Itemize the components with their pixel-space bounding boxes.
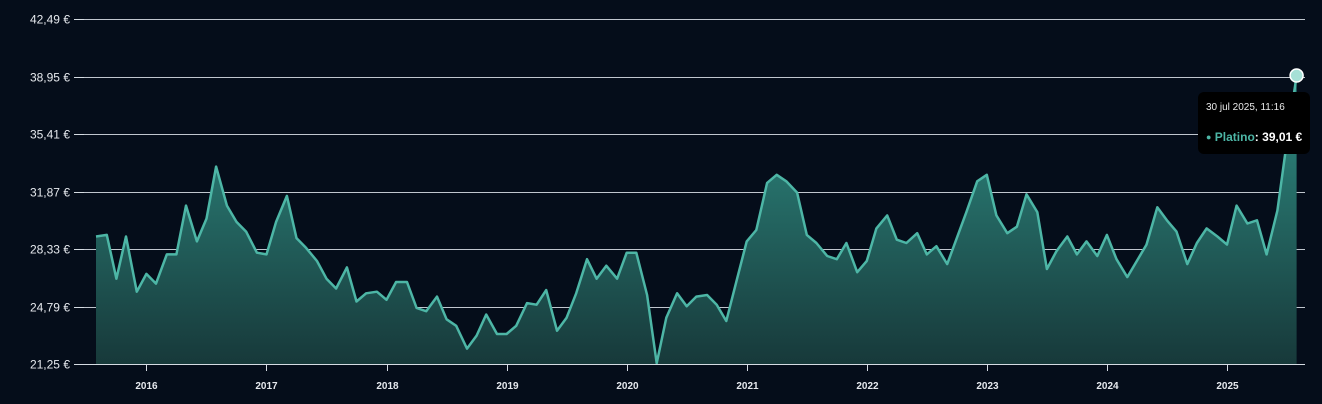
y-tick-label: 24,79 € <box>30 301 70 315</box>
series-dot-icon: ● <box>1206 132 1212 142</box>
x-tick-label: 2021 <box>736 381 759 392</box>
tooltip-series-line: ● Platino: 39,01 € <box>1206 130 1302 144</box>
y-axis: 21,25 € 24,79 € 28,33 € 31,87 € 35,41 € 38,95… <box>30 13 84 372</box>
hover-marker-layer <box>1289 68 1304 83</box>
tooltip-date: 30 jul 2025, 11:16 <box>1206 102 1285 113</box>
y-tick-label: 42,49 € <box>30 13 70 27</box>
tooltip-value: 39,01 € <box>1262 130 1303 144</box>
area-series <box>95 75 1298 365</box>
x-tick-label: 2025 <box>1216 381 1239 392</box>
x-tick-label: 2024 <box>1096 381 1119 392</box>
x-tick-label: 2019 <box>496 381 519 392</box>
hover-marker <box>1289 68 1304 83</box>
y-tick-label: 31,87 € <box>30 186 70 200</box>
y-tick-label: 21,25 € <box>30 358 70 372</box>
y-tick-label: 35,41 € <box>30 128 70 142</box>
price-chart[interactable]: 21,25 € 24,79 € 28,33 € 31,87 € 35,41 € 38,95… <box>0 0 1322 404</box>
tooltip-series-name: Platino <box>1214 130 1255 144</box>
x-tick-label: 2017 <box>255 381 278 392</box>
x-tick-label: 2022 <box>856 381 879 392</box>
x-axis: 2016 2017 2018 2019 2020 2021 2022 2023 2024 2025 <box>84 364 1305 392</box>
chart-canvas[interactable]: 21,25 € 24,79 € 28,33 € 31,87 € 35,41 € 38,95… <box>0 0 1322 404</box>
x-tick-label: 2018 <box>376 381 399 392</box>
x-tick-label: 2016 <box>135 381 158 392</box>
chart-tooltip: 30 jul 2025, 11:16 ● Platino: 39,01 € <box>1198 92 1310 154</box>
y-tick-label: 38,95 € <box>30 71 70 85</box>
x-tick-label: 2020 <box>616 381 639 392</box>
y-tick-label: 28,33 € <box>30 243 70 257</box>
x-tick-label: 2023 <box>976 381 999 392</box>
